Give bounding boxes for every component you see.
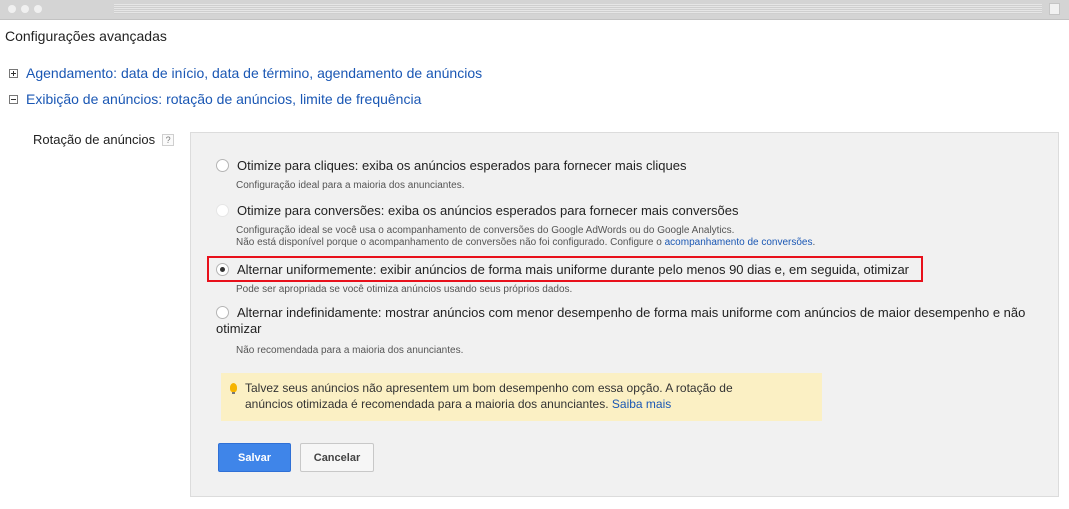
help-icon[interactable]: ?: [162, 133, 175, 146]
page-title: Configurações avançadas: [5, 28, 167, 44]
option-optimize-conversions-desc-line2: Não está disponível porque o acompanhame…: [236, 237, 815, 249]
ad-rotation-label: Rotação de anúncios ?: [33, 132, 175, 147]
tip-text-line2: anúncios otimizada é recomendada para a …: [245, 396, 812, 412]
expand-plus-icon[interactable]: [9, 68, 18, 78]
window-minimize-dot[interactable]: [21, 5, 29, 13]
tip-text-line1: Talvez seus anúncios não apresentem um b…: [245, 381, 733, 395]
radio-optimize-conversions: [216, 204, 229, 217]
window-button[interactable]: [1049, 3, 1060, 15]
cancel-button[interactable]: Cancelar: [300, 443, 374, 472]
radio-rotate-evenly[interactable]: [216, 263, 229, 276]
option-optimize-clicks[interactable]: Otimize para cliques: exiba os anúncios …: [216, 158, 686, 174]
option-rotate-evenly-description: Pode ser apropriada se você otimiza anún…: [236, 284, 573, 295]
option-optimize-conversions-label: Otimize para conversões: exiba os anúnci…: [237, 203, 739, 218]
option-optimize-conversions-description: Configuração ideal se você usa o acompan…: [236, 225, 815, 249]
option-optimize-conversions-desc-line1: Configuração ideal se você usa o acompan…: [236, 225, 735, 236]
option-optimize-clicks-description: Configuração ideal para a maioria dos an…: [236, 180, 465, 191]
browser-chrome: [0, 0, 1069, 20]
section-ad-delivery[interactable]: Exibição de anúncios: rotação de anúncio…: [9, 91, 421, 107]
option-rotate-indefinitely-label[interactable]: Alternar indefinidamente: mostrar anúnci…: [237, 305, 1025, 321]
option-rotate-indefinitely[interactable]: Alternar indefinidamente: mostrar anúnci…: [216, 305, 1025, 321]
ad-rotation-label-text: Rotação de anúncios: [33, 132, 156, 147]
section-schedule-label[interactable]: Agendamento: data de início, data de tér…: [26, 65, 482, 81]
conversion-tracking-link[interactable]: acompanhamento de conversões: [665, 237, 813, 248]
section-schedule[interactable]: Agendamento: data de início, data de tér…: [9, 65, 482, 81]
desc-line2-suffix: .: [812, 237, 816, 248]
option-optimize-conversions: Otimize para conversões: exiba os anúnci…: [216, 203, 738, 219]
option-rotate-indefinitely-label-line1[interactable]: Alternar indefinidamente: mostrar anúnci…: [237, 305, 1025, 320]
performance-tip: Talvez seus anúncios não apresentem um b…: [221, 373, 822, 421]
window-close-dot[interactable]: [8, 5, 16, 13]
lightbulb-icon: [230, 383, 237, 394]
desc-line2-prefix: Não está disponível porque o acompanhame…: [236, 237, 665, 248]
tip-text-line2-text: anúncios otimizada é recomendada para a …: [245, 397, 609, 411]
radio-rotate-indefinitely[interactable]: [216, 306, 229, 319]
option-rotate-indefinitely-description: Não recomendada para a maioria dos anunc…: [236, 345, 464, 356]
option-optimize-clicks-label[interactable]: Otimize para cliques: exiba os anúncios …: [237, 158, 686, 174]
save-button[interactable]: Salvar: [218, 443, 291, 472]
learn-more-link[interactable]: Saiba mais: [612, 397, 671, 411]
option-rotate-evenly-label[interactable]: Alternar uniformemente: exibir anúncios …: [237, 262, 909, 278]
option-rotate-evenly[interactable]: Alternar uniformemente: exibir anúncios …: [216, 262, 909, 278]
collapse-minus-icon[interactable]: [9, 94, 18, 104]
window-maximize-dot[interactable]: [34, 5, 42, 13]
address-bar[interactable]: [114, 4, 1042, 14]
radio-optimize-clicks[interactable]: [216, 159, 229, 172]
section-ad-delivery-label[interactable]: Exibição de anúncios: rotação de anúncio…: [26, 91, 421, 107]
option-rotate-indefinitely-label-line2[interactable]: otimizar: [216, 321, 262, 337]
